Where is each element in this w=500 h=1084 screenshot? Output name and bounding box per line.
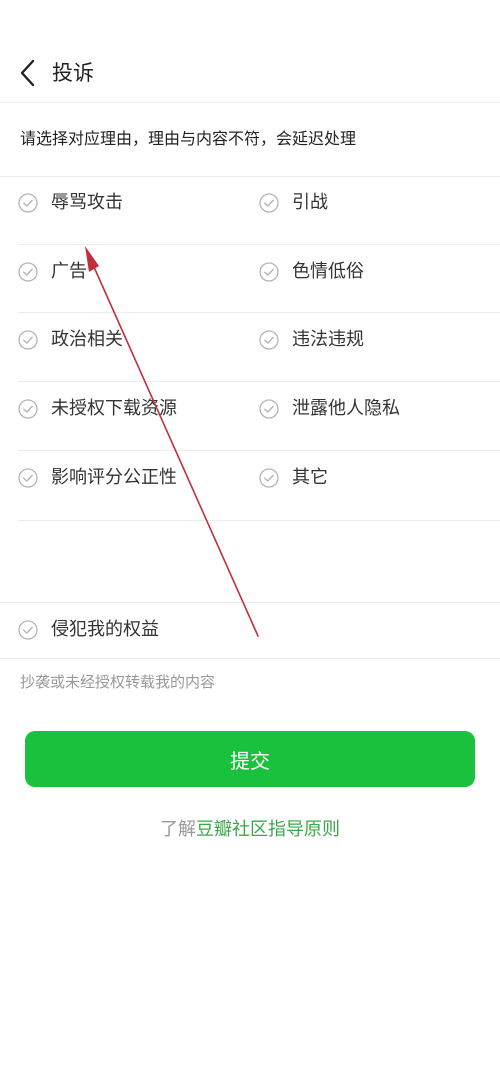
check-circle-icon [259, 399, 279, 419]
community-guidelines-link[interactable]: 豆瓣社区指导原则 [196, 819, 340, 840]
check-circle-icon [259, 193, 279, 213]
reason-option[interactable]: 色情低俗 [259, 252, 364, 292]
check-circle-icon [18, 620, 38, 640]
check-circle-icon [18, 399, 38, 419]
instruction-text: 请选择对应理由，理由与内容不符，会延迟处理 [20, 129, 357, 148]
reason-option[interactable]: 影响评分公正性 [18, 458, 177, 498]
reason-label: 引战 [292, 192, 328, 213]
check-circle-icon [259, 330, 279, 350]
header: 投诉 [0, 0, 500, 103]
guide-prefix: 了解 [160, 819, 196, 840]
back-button[interactable] [12, 55, 42, 91]
reason-label: 政治相关 [51, 329, 123, 350]
page-title: 投诉 [52, 61, 94, 85]
reason-label: 其它 [292, 467, 328, 488]
reason-option[interactable]: 政治相关 [18, 320, 123, 360]
reason-option[interactable]: 引战 [259, 183, 328, 223]
row-divider [18, 450, 500, 451]
section-divider [0, 602, 500, 603]
reason-label: 未授权下载资源 [51, 398, 177, 419]
annotation-arrow [85, 246, 259, 637]
reason-label: 泄露他人隐私 [292, 398, 400, 419]
divider [0, 176, 500, 177]
reason-option[interactable]: 其它 [259, 458, 328, 498]
guide-text: 了解豆瓣社区指导原则 [0, 816, 500, 844]
rights-label: 侵犯我的权益 [51, 619, 159, 640]
rights-description: 抄袭或未经授权转载我的内容 [20, 673, 216, 691]
reason-option[interactable]: 辱骂攻击 [18, 183, 123, 223]
reason-option[interactable]: 泄露他人隐私 [259, 389, 400, 429]
reason-label: 广告 [51, 261, 87, 282]
row-divider [18, 312, 500, 313]
row-divider [18, 381, 500, 382]
reason-label: 影响评分公正性 [51, 467, 177, 488]
section-divider [0, 658, 500, 659]
row-divider [18, 244, 500, 245]
check-circle-icon [259, 262, 279, 282]
row-divider [18, 520, 500, 521]
check-circle-icon [18, 330, 38, 350]
reason-option[interactable]: 违法违规 [259, 320, 364, 360]
reason-label: 违法违规 [292, 329, 364, 350]
reason-option[interactable]: 未授权下载资源 [18, 389, 177, 429]
check-circle-icon [18, 468, 38, 488]
reason-label: 色情低俗 [292, 261, 364, 282]
reason-label: 辱骂攻击 [51, 192, 123, 213]
reason-option[interactable]: 广告 [18, 252, 87, 292]
chevron-left-icon [20, 59, 35, 87]
rights-option[interactable]: 侵犯我的权益 [18, 610, 159, 650]
submit-button[interactable]: 提交 [25, 731, 475, 787]
check-circle-icon [18, 193, 38, 213]
check-circle-icon [18, 262, 38, 282]
check-circle-icon [259, 468, 279, 488]
